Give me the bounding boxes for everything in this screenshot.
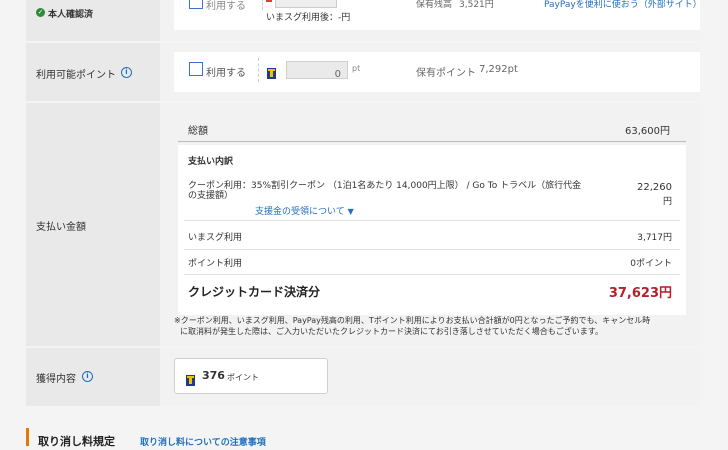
identity-verified-label: 本人確認済 [48,10,94,20]
earned-points-unit: ポイント [227,373,259,382]
points-value-cell: 利用する 0 pt 保有ポイント 7,292pt [160,43,700,101]
info-icon[interactable]: i [82,371,93,382]
paypay-box: 利用する いまスグ利用後：-円 保有残高 3,521円 PayPayを便利に使お… [174,0,702,30]
coupon-value-unit: 円 [662,197,672,207]
divider [184,220,680,221]
paypay-balance-value: 3,521円 [459,0,494,10]
divider [184,249,680,250]
divider [262,0,264,10]
t-point-logo-icon [186,375,195,386]
divider [178,141,686,142]
points-row-label: 利用可能ポイント [36,70,116,81]
points-use-label: 利用する [206,68,246,79]
subsidy-info-link[interactable]: 支援金の受領について ▼ [255,204,354,217]
paypay-info-link[interactable]: PayPayを便利に使おう（外部サイト） [544,0,702,10]
identity-label-cell: ✓ 本人確認済 [26,0,160,41]
breakdown-title: 支払い内訳 [188,157,234,167]
coupon-value: 22,260 [637,182,672,193]
imasugu-label: いまスグ利用 [188,233,243,243]
coupon-line-2: の支援額） [188,191,234,201]
point-use-label: ポイント利用 [188,259,243,269]
points-unit: pt [352,64,361,73]
imasugu-value: 3,717円 [637,233,672,243]
credit-card-label: クレジットカード決済分 [188,285,321,299]
earned-points-card: 376 ポイント [174,358,328,394]
divider [184,274,680,275]
earned-points-number: 376 [202,369,225,382]
payment-row-label: 支払い金額 [36,222,86,233]
paypay-icon [266,0,272,2]
section-accent-bar [26,428,29,446]
paypay-use-checkbox[interactable] [189,0,203,9]
cancel-section-title: 取り消し料規定 [38,435,115,448]
subsidy-link-text: 支援金の受領について [255,207,345,217]
credit-card-value: 37,623円 [608,286,672,301]
info-icon[interactable]: i [121,67,132,78]
paypay-after-use-text: いまスグ利用後：-円 [266,13,351,23]
chevron-down-icon: ▼ [347,207,354,216]
points-label-cell: 利用可能ポイント i [26,43,160,101]
paypay-use-label: 利用する [206,1,246,12]
divider [258,58,259,82]
points-input-value: 0 [334,69,341,80]
points-use-checkbox[interactable] [189,62,203,76]
payment-breakdown-box: 支払い内訳 クーポン利用：35%割引クーポン （1泊1名あたり 14,000円上… [178,145,686,315]
earn-row-label: 獲得内容 [36,374,76,385]
payment-value-cell: 総額 63,600円 支払い内訳 クーポン利用：35%割引クーポン （1泊1名あ… [160,103,700,346]
paypay-value-cell: 利用する いまスグ利用後：-円 保有残高 3,521円 PayPayを便利に使お… [160,0,702,41]
t-point-logo-icon [267,68,276,79]
held-points-value: 7,292pt [479,64,518,75]
earn-value-cell: 376 ポイント [160,348,700,406]
earn-label-cell: 獲得内容 i [26,348,160,406]
payment-label-cell: 支払い金額 [26,103,160,346]
points-amount-input[interactable]: 0 [286,61,348,80]
coupon-line-1: クーポン利用：35%割引クーポン （1泊1名あたり 14,000円上限） / G… [188,181,582,191]
held-points-label: 保有ポイント [416,68,476,79]
check-circle-icon: ✓ [36,8,45,17]
payment-note-line-2: に取消料が発生した際は、ご入力いただいたクレジットカード決済にてお引き落しさせて… [180,327,603,336]
points-box: 利用する 0 pt 保有ポイント 7,292pt [174,52,700,92]
point-use-value: 0ポイント [630,259,672,269]
paypay-amount-input[interactable] [275,0,337,8]
payment-note-line-1: ※クーポン利用、いまスグ利用、PayPay残高の利用、Tポイント利用によりお支払… [174,316,651,325]
cancel-policy-link[interactable]: 取り消し料についての注意事項 [140,435,266,448]
total-value: 63,600円 [625,126,670,137]
paypay-balance-label: 保有残高 [416,0,453,10]
total-label: 総額 [188,126,208,137]
